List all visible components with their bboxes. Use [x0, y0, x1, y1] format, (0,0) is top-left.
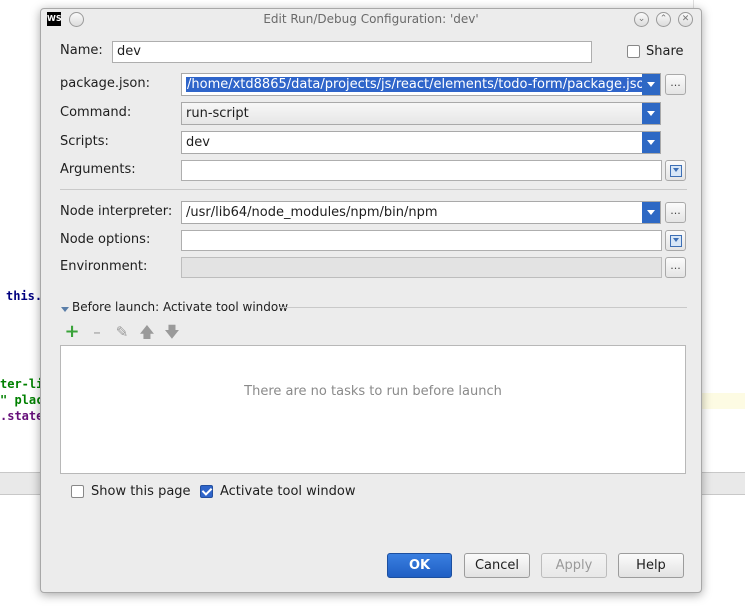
code-line: this. — [6, 289, 43, 303]
edit-icon[interactable]: ✎ — [114, 324, 130, 340]
chevron-down-icon[interactable] — [642, 103, 660, 124]
chevron-down-icon[interactable] — [642, 202, 660, 223]
command-combobox[interactable]: run-script — [181, 102, 661, 125]
arguments-label: Arguments: — [60, 162, 136, 177]
apply-button[interactable]: Apply — [541, 553, 607, 578]
dialog-title: Edit Run/Debug Configuration: 'dev' — [263, 12, 479, 26]
node-interpreter-combobox[interactable]: /usr/lib64/node_modules/npm/bin/npm — [181, 201, 661, 224]
code-line: " plac — [0, 393, 44, 407]
node-interpreter-value: /usr/lib64/node_modules/npm/bin/npm — [186, 205, 438, 220]
section-divider — [60, 189, 687, 190]
show-this-page-checkbox[interactable] — [71, 485, 84, 498]
node-options-label: Node options: — [60, 232, 151, 247]
code-line: ter-li — [0, 377, 44, 391]
insert-macro-icon[interactable] — [665, 160, 686, 181]
help-button[interactable]: Help — [618, 553, 684, 578]
name-label: Name: — [60, 43, 103, 58]
arrow-down-icon[interactable]: 🡇 — [164, 324, 180, 340]
cancel-button[interactable]: Cancel — [464, 553, 530, 578]
arguments-input[interactable] — [181, 160, 662, 181]
ok-button[interactable]: OK — [387, 553, 452, 578]
node-options-input[interactable] — [181, 230, 662, 251]
show-this-page-label: Show this page — [91, 484, 191, 499]
scripts-label: Scripts: — [60, 134, 109, 149]
code-line: .state — [0, 409, 44, 423]
remove-icon[interactable]: – — [89, 324, 105, 340]
highlighted-line — [700, 393, 745, 409]
environment-browse-button[interactable]: ... — [665, 257, 686, 278]
insert-macro-icon[interactable] — [665, 230, 686, 251]
share-checkbox[interactable] — [627, 45, 640, 58]
command-label: Command: — [60, 105, 132, 120]
scripts-combobox[interactable]: dev — [181, 131, 661, 154]
tasks-empty-message: There are no tasks to run before launch — [244, 384, 502, 399]
minimize-icon[interactable]: ⌄ — [634, 12, 649, 27]
arrow-up-icon[interactable]: 🡅 — [139, 324, 155, 340]
before-launch-label[interactable]: Before launch: Activate tool window — [72, 300, 288, 314]
name-input[interactable]: dev — [112, 41, 592, 63]
node-interpreter-label: Node interpreter: — [60, 204, 173, 219]
package-json-label: package.json: — [60, 76, 150, 91]
close-icon[interactable]: ✕ — [678, 12, 693, 27]
before-launch-separator — [279, 307, 687, 308]
package-json-combobox[interactable]: /home/xtd8865/data/projects/js/react/ele… — [181, 73, 661, 96]
maximize-icon[interactable]: ⌃ — [656, 12, 671, 27]
add-icon[interactable]: + — [64, 323, 80, 341]
chevron-down-icon[interactable] — [642, 132, 660, 153]
scripts-value: dev — [186, 135, 210, 150]
chevron-down-icon[interactable] — [642, 74, 660, 95]
environment-label: Environment: — [60, 259, 148, 274]
before-launch-tasks-list[interactable]: There are no tasks to run before launch — [60, 345, 686, 474]
activate-tool-window-checkbox[interactable] — [200, 485, 213, 498]
activate-tool-window-label: Activate tool window — [220, 484, 356, 499]
package-json-value: /home/xtd8865/data/projects/js/react/ele… — [186, 77, 654, 92]
dialog-titlebar[interactable]: WS Edit Run/Debug Configuration: 'dev' ⌄… — [41, 9, 701, 31]
node-interpreter-browse-button[interactable]: ... — [665, 202, 686, 223]
command-value: run-script — [186, 106, 249, 121]
share-label: Share — [646, 44, 684, 59]
run-debug-configuration-dialog: WS Edit Run/Debug Configuration: 'dev' ⌄… — [40, 8, 702, 593]
environment-field — [181, 257, 662, 278]
collapse-triangle-icon[interactable] — [61, 307, 69, 312]
name-label-text: Name: — [60, 43, 103, 58]
package-json-browse-button[interactable]: ... — [665, 74, 686, 95]
